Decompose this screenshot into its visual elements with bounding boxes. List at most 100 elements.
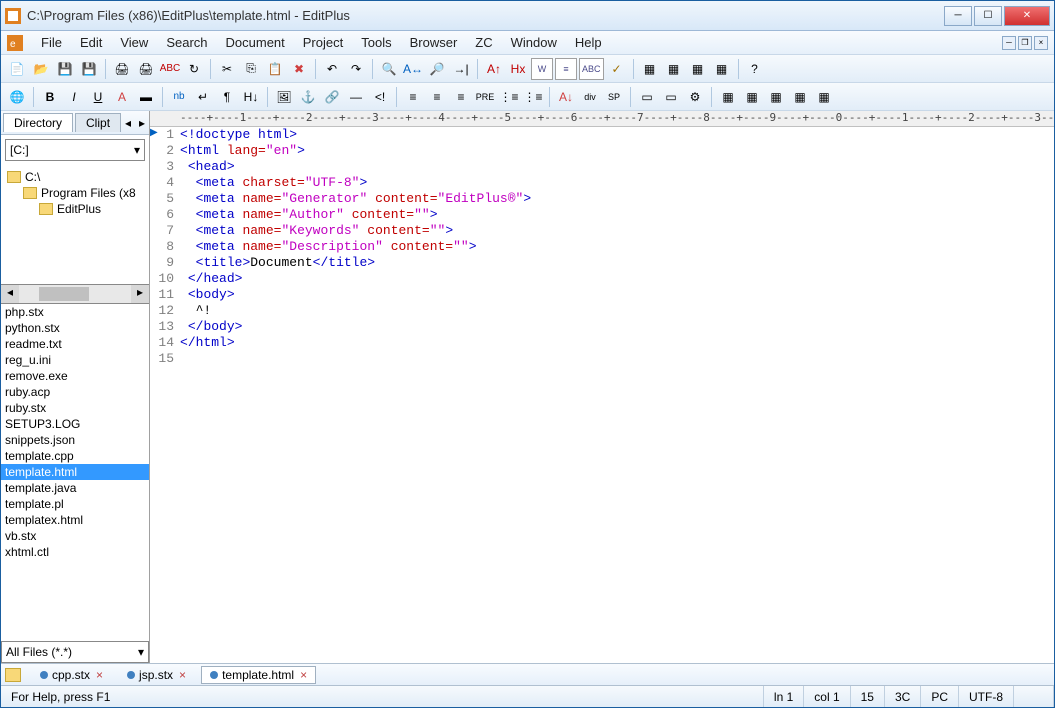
list-icon[interactable]: ⋮≡: [498, 86, 520, 108]
syntax-button[interactable]: ABC: [579, 58, 604, 80]
save-icon[interactable]: 💾: [54, 58, 76, 80]
close-tab-icon[interactable]: ×: [179, 668, 186, 682]
file-item[interactable]: templatex.html: [1, 512, 149, 528]
help-icon[interactable]: ?: [744, 58, 766, 80]
table-cell-icon[interactable]: ▦: [765, 86, 787, 108]
redo-icon[interactable]: ↷: [345, 58, 367, 80]
file-item[interactable]: vb.stx: [1, 528, 149, 544]
scroll-left-icon[interactable]: ◂: [1, 285, 19, 303]
menu-project[interactable]: Project: [295, 33, 351, 52]
file-item[interactable]: snippets.json: [1, 432, 149, 448]
menu-help[interactable]: Help: [567, 33, 610, 52]
menu-search[interactable]: Search: [158, 33, 215, 52]
mdi-minimize-icon[interactable]: ─: [1002, 36, 1016, 50]
script-icon[interactable]: ⚙: [684, 86, 706, 108]
scroll-right-icon[interactable]: ▸: [131, 285, 149, 303]
window-cascade-icon[interactable]: ▦: [663, 58, 685, 80]
new-file-icon[interactable]: 📄: [6, 58, 28, 80]
find-icon[interactable]: 🔍: [378, 58, 400, 80]
file-item[interactable]: php.stx: [1, 304, 149, 320]
file-item[interactable]: template.java: [1, 480, 149, 496]
heading-icon[interactable]: H↓: [240, 86, 262, 108]
font-color-icon[interactable]: A: [111, 86, 133, 108]
doc-tab[interactable]: jsp.stx×: [118, 666, 195, 684]
hex-icon[interactable]: Hx: [507, 58, 529, 80]
close-button[interactable]: ✕: [1004, 6, 1050, 26]
menu-browser[interactable]: Browser: [402, 33, 466, 52]
file-item[interactable]: python.stx: [1, 320, 149, 336]
code-content[interactable]: <!doctype html><html lang="en"> <head> <…: [180, 127, 1054, 663]
span-icon[interactable]: SP: [603, 86, 625, 108]
tab-next-icon[interactable]: ▸: [135, 116, 149, 130]
doc-tab[interactable]: cpp.stx×: [31, 666, 112, 684]
replace-icon[interactable]: A↔: [402, 58, 424, 80]
align-right-icon[interactable]: ≡: [450, 86, 472, 108]
cut-icon[interactable]: ✂: [216, 58, 238, 80]
pre-icon[interactable]: PRE: [474, 86, 496, 108]
align-left-icon[interactable]: ≡: [402, 86, 424, 108]
titlebar[interactable]: C:\Program Files (x86)\EditPlus\template…: [1, 1, 1054, 31]
file-item[interactable]: readme.txt: [1, 336, 149, 352]
italic-icon[interactable]: I: [63, 86, 85, 108]
maximize-button[interactable]: ☐: [974, 6, 1002, 26]
tab-prev-icon[interactable]: ◂: [121, 116, 135, 130]
close-tab-icon[interactable]: ×: [300, 668, 307, 682]
font-tag-icon[interactable]: A↓: [555, 86, 577, 108]
save-all-icon[interactable]: 💾: [78, 58, 100, 80]
anchor-icon[interactable]: ⚓: [297, 86, 319, 108]
file-filter[interactable]: All Files (*.*) ▾: [1, 641, 149, 663]
p-icon[interactable]: ¶: [216, 86, 238, 108]
window-list-icon[interactable]: ▦: [711, 58, 733, 80]
delete-icon[interactable]: ✖: [288, 58, 310, 80]
tab-cliptext[interactable]: Clipt: [75, 113, 121, 132]
browser-icon[interactable]: 🌐: [6, 86, 28, 108]
tab-directory[interactable]: Directory: [3, 113, 73, 132]
font-increase-icon[interactable]: A↑: [483, 58, 505, 80]
tree-scrollbar[interactable]: ◂ ▸: [1, 285, 149, 303]
input-icon[interactable]: ▭: [660, 86, 682, 108]
menu-tools[interactable]: Tools: [353, 33, 399, 52]
file-item[interactable]: remove.exe: [1, 368, 149, 384]
dropdown-icon[interactable]: ▾: [134, 143, 140, 157]
hr-icon[interactable]: —: [345, 86, 367, 108]
form-icon[interactable]: ▭: [636, 86, 658, 108]
mdi-close-icon[interactable]: ×: [1034, 36, 1048, 50]
wordwrap-button[interactable]: W: [531, 58, 553, 80]
paste-icon[interactable]: 📋: [264, 58, 286, 80]
window-tile-icon[interactable]: ▦: [639, 58, 661, 80]
close-tab-icon[interactable]: ×: [96, 668, 103, 682]
image-icon[interactable]: 🖼: [273, 86, 295, 108]
br-icon[interactable]: ↵: [192, 86, 214, 108]
menu-view[interactable]: View: [112, 33, 156, 52]
align-center-icon[interactable]: ≡: [426, 86, 448, 108]
print-preview-icon[interactable]: 🖨: [135, 58, 157, 80]
find-in-files-icon[interactable]: 🔎: [426, 58, 448, 80]
menu-zc[interactable]: ZC: [467, 33, 500, 52]
table-icon[interactable]: ▦: [717, 86, 739, 108]
div-icon[interactable]: div: [579, 86, 601, 108]
scroll-thumb[interactable]: [39, 287, 89, 301]
drive-selector[interactable]: [C:] ▾: [5, 139, 145, 161]
print-icon[interactable]: 🖨: [111, 58, 133, 80]
copy-icon[interactable]: ⎘: [240, 58, 262, 80]
file-item[interactable]: ruby.acp: [1, 384, 149, 400]
file-item[interactable]: xhtml.ctl: [1, 544, 149, 560]
file-item[interactable]: template.cpp: [1, 448, 149, 464]
highlight-icon[interactable]: ▬: [135, 86, 157, 108]
link-icon[interactable]: 🔗: [321, 86, 343, 108]
menu-window[interactable]: Window: [503, 33, 565, 52]
table-row-icon[interactable]: ▦: [741, 86, 763, 108]
bold-icon[interactable]: B: [39, 86, 61, 108]
dropdown-icon[interactable]: ▾: [138, 645, 144, 659]
minimize-button[interactable]: ─: [944, 6, 972, 26]
object-icon[interactable]: ▦: [813, 86, 835, 108]
code-editor[interactable]: 123456789101112131415 <!doctype html><ht…: [150, 127, 1054, 663]
linenum-button[interactable]: ≡: [555, 58, 577, 80]
check-icon[interactable]: ✓: [606, 58, 628, 80]
nbsp-icon[interactable]: nb: [168, 86, 190, 108]
file-item[interactable]: template.html: [1, 464, 149, 480]
list2-icon[interactable]: ⋮≡: [522, 86, 544, 108]
window-split-icon[interactable]: ▦: [687, 58, 709, 80]
underline-icon[interactable]: U: [87, 86, 109, 108]
tree-item[interactable]: EditPlus: [3, 201, 147, 217]
